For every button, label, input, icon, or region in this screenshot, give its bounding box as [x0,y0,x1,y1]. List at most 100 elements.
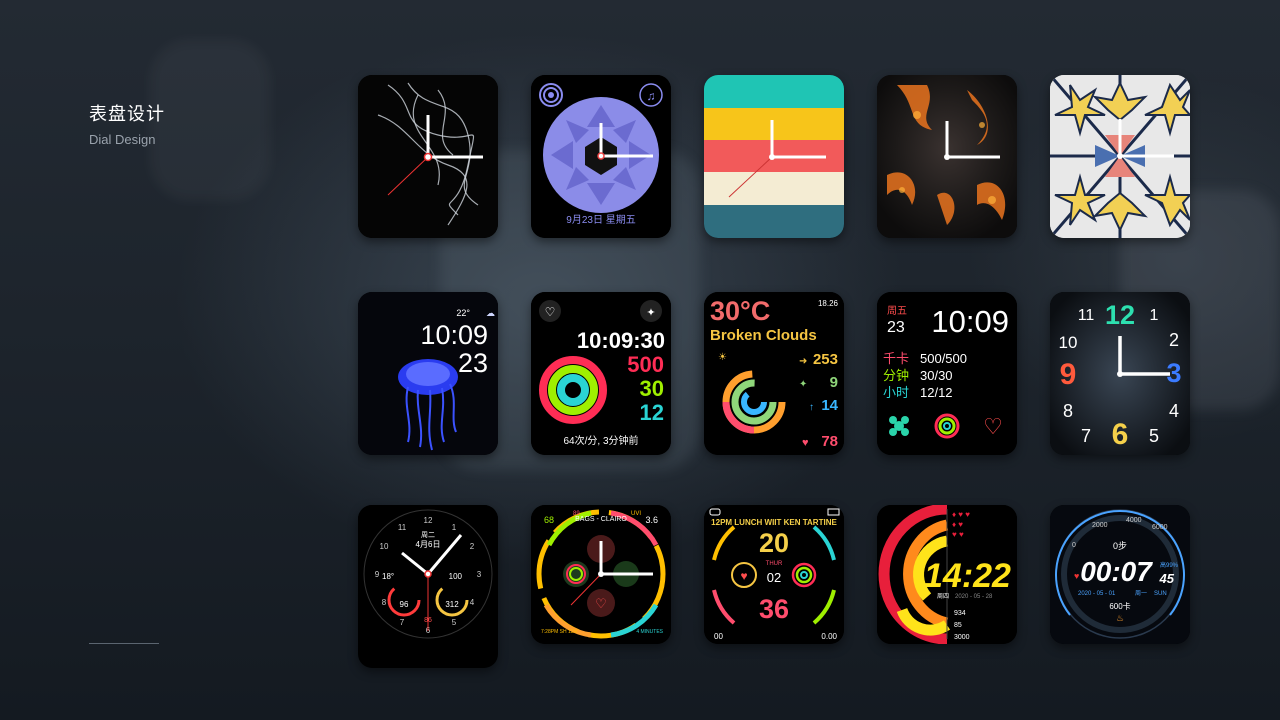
stat-3: 3000 [954,634,970,641]
watch-face-digits[interactable]: 12PM LUNCH WIIT KEN TARTINE 20 THUR 02 3… [704,505,844,644]
weekday: 周五 [887,305,907,317]
svg-text:✦: ✦ [646,307,655,319]
watch-face-stripes[interactable] [704,75,844,238]
date-label: 9月23日 星期五 [566,214,635,226]
numeral-4: 4 [470,598,475,607]
numeral-6: 6 [1112,418,1129,451]
value-2: 9 [830,374,838,391]
weekday: 周四 [937,593,949,600]
scale-6000: 6000 [1152,524,1168,531]
svg-text:☁: ☁ [486,308,495,318]
numeral-12: 12 [1105,300,1135,330]
sun-label: SUN [1154,591,1167,597]
svg-text:↑: ↑ [809,402,814,413]
steps-value: 312 [445,600,459,609]
numeral-3: 3 [477,570,482,579]
stand-value: 12 [640,400,664,425]
watch-face-fire[interactable] [877,75,1017,238]
kcal-value: 500/500 [920,351,967,366]
svg-text:♡: ♡ [545,305,556,319]
stat-1: 934 [954,610,966,617]
value-4: 78 [821,433,838,450]
date: 4月6日 [416,540,441,549]
left-value: 00 [714,632,723,641]
numeral-2: 2 [1169,330,1179,350]
battery: 100 [449,572,463,581]
watch-face-jellyfish[interactable]: 22° ☁ 10:09 23 [358,292,498,455]
page-title: 表盘设计 [89,104,165,124]
watch-face-smoke[interactable] [358,75,498,238]
heart-value: 96 [400,600,409,609]
numeral-5: 5 [452,618,457,627]
svg-text:♫: ♫ [647,89,656,103]
temperature: 30°C [710,296,770,326]
hours-value: 12/12 [920,385,953,400]
watch-face-activity[interactable]: ♡ ✦ 10:09:30 500 30 12 64次/分, 3分钟前 [531,292,671,455]
time-label: 10:09 [931,304,1009,339]
numeral-7: 7 [1081,426,1091,446]
svg-text:♡: ♡ [595,596,607,611]
minutes-label: 分钟 [883,368,909,383]
big-number-2: 36 [759,594,789,624]
svg-text:♦ ♥ ♥: ♦ ♥ ♥ [952,510,970,519]
steps: 0步 [1113,541,1127,551]
numeral-12: 12 [424,516,433,525]
day-label: 23 [458,348,488,378]
divider [89,643,159,644]
time-label: 14:22 [924,557,1011,595]
numeral-11: 11 [398,523,407,532]
day: 23 [887,319,905,336]
numeral-10: 10 [380,542,389,551]
watch-face-kaleidoscope[interactable] [1050,75,1190,238]
numeral-1: 1 [1150,307,1159,324]
numeral-10: 10 [1059,333,1078,352]
svg-text:✦: ✦ [799,379,807,390]
scale-0: 0 [1072,542,1076,549]
minutes-value: 30/30 [920,368,953,383]
date: 2020 - 05 - 01 [1078,591,1116,597]
page-subtitle: Dial Design [89,132,156,147]
svg-text:♥: ♥ [802,437,809,449]
bottom-right: 4 MINUTES [636,629,663,635]
time-label: 10:09:30 [577,328,665,353]
value-1: 253 [813,351,838,368]
watch-face-arc-digital[interactable]: ♦ ♥ ♥ ♦ ♥ ♥ ♥ 14:22 周四 2020 - 05 - 28 934 … [877,505,1017,644]
watch-face-flower[interactable]: ♫ 9月23日 星期五 [531,75,671,238]
svg-text:♥: ♥ [740,569,747,583]
numeral-8: 8 [1063,401,1073,421]
watch-face-numerals[interactable]: 12 1 2 3 4 5 6 7 8 9 10 11 [1050,292,1190,455]
watch-face-stopwatch[interactable]: 0 2000 4000 6000 0步 ♥ 00:07 45 高99% 2020… [1050,505,1190,644]
numeral-5: 5 [1149,426,1159,446]
uv-label: UVI [631,511,641,517]
numeral-11: 11 [1078,307,1095,324]
move-value: 500 [627,352,664,377]
date: 2020 - 05 - 28 [955,594,993,600]
value-3: 14 [821,397,838,414]
kcal-label: 千卡 [883,351,909,366]
event: 12PM LUNCH WIIT KEN TARTINE [711,518,837,527]
numeral-1: 1 [452,523,457,532]
time-label: 10:09 [420,320,488,350]
watch-face-rainbow-ring[interactable]: BAGS - CLAIRO 68 3.6 UVI 89 7:28PM SH 11… [531,505,671,644]
scale-2000: 2000 [1092,522,1108,529]
numeral-9: 9 [1060,358,1077,391]
exercise-value: 30 [640,376,664,401]
hours-label: 小时 [883,385,909,400]
date: 02 [767,570,781,585]
weekday: 周二 [421,531,435,539]
seconds: 45 [1159,571,1175,586]
temperature: 22° [456,308,470,318]
watch-face-stats[interactable]: 周五 23 10:09 千卡 500/500 分钟 30/30 小时 12/12… [877,292,1017,455]
right-value: 0.00 [821,632,837,641]
svg-text:☀: ☀ [718,352,727,363]
clock: 18.26 [818,299,839,308]
stat-2: 85 [954,622,962,629]
scale-4000: 4000 [1126,517,1142,524]
numeral-7: 7 [400,618,405,627]
calories: 600卡 [1109,601,1130,611]
svg-text:♥ ♥: ♥ ♥ [952,530,964,539]
watch-face-weather[interactable]: 30°C 18.26 Broken Clouds ☀ 253 9 14 78 ➜… [704,292,844,455]
svg-text:♦ ♥: ♦ ♥ [952,520,963,529]
time-label: 00:07 [1080,556,1153,587]
watch-face-analog-sport[interactable]: 12 1 2 3 4 5 6 7 8 9 10 11 周二 4月6日 18° 1… [358,505,498,668]
